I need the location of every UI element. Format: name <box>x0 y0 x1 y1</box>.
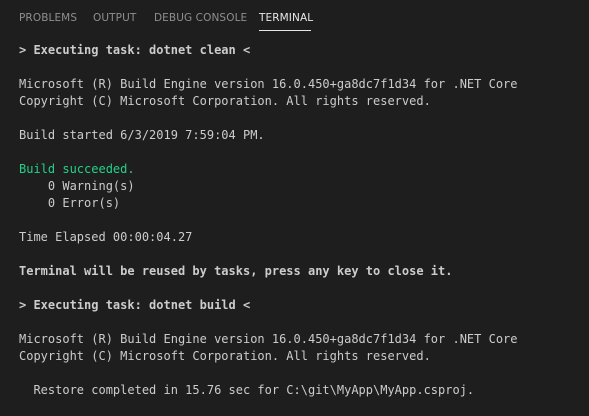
terminal-line-build-engine-2: Microsoft (R) Build Engine version 16.0.… <box>19 332 518 346</box>
terminal-line-copyright: Copyright (C) Microsoft Corporation. All… <box>19 94 431 108</box>
tab-output[interactable]: OUTPUT <box>93 12 136 24</box>
terminal-line-warnings: 0 Warning(s) <box>19 179 135 193</box>
terminal-line-copyright-2: Copyright (C) Microsoft Corporation. All… <box>19 349 431 363</box>
terminal-line-build-started: Build started 6/3/2019 7:59:04 PM. <box>19 128 265 142</box>
terminal-line-restore: Restore completed in 15.76 sec for C:\gi… <box>19 383 475 397</box>
terminal-line-build-succeeded: Build succeeded. <box>19 162 135 176</box>
panel-tab-bar: PROBLEMS OUTPUT DEBUG CONSOLE TERMINAL <box>0 0 589 34</box>
terminal-line-task-clean: > Executing task: dotnet clean < <box>19 43 251 57</box>
terminal-line-errors: 0 Error(s) <box>19 196 121 210</box>
active-tab-indicator <box>259 30 311 31</box>
tab-terminal[interactable]: TERMINAL <box>259 12 313 24</box>
terminal-output[interactable]: > Executing task: dotnet clean < Microso… <box>0 34 589 416</box>
tab-debug-console[interactable]: DEBUG CONSOLE <box>154 12 247 24</box>
terminal-line-reuse-notice: Terminal will be reused by tasks, press … <box>19 264 453 278</box>
terminal-line-task-build: > Executing task: dotnet build < <box>19 298 251 312</box>
tab-problems[interactable]: PROBLEMS <box>19 12 77 24</box>
terminal-panel: PROBLEMS OUTPUT DEBUG CONSOLE TERMINAL >… <box>0 0 589 416</box>
terminal-line-time-elapsed: Time Elapsed 00:00:04.27 <box>19 230 193 244</box>
terminal-line-build-engine: Microsoft (R) Build Engine version 16.0.… <box>19 77 518 91</box>
